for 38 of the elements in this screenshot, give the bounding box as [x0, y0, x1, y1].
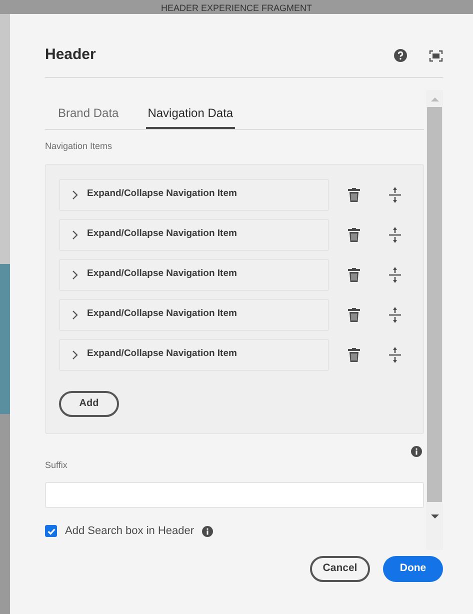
accordion-item[interactable]: Expand/Collapse Navigation Item	[59, 178, 329, 210]
chevron-icon	[72, 350, 78, 360]
scroll-down-icon[interactable]	[430, 514, 438, 520]
done-button[interactable]: Done	[383, 556, 443, 582]
accordion-item[interactable]: Expand/Collapse Navigation Item	[59, 258, 329, 290]
cancel-button[interactable]: Cancel	[310, 556, 370, 582]
drag-handle-icon[interactable]	[389, 266, 401, 282]
drag-handle-icon[interactable]	[389, 186, 401, 202]
drag-handle-icon[interactable]	[389, 346, 401, 362]
trash-icon[interactable]	[348, 268, 360, 282]
field-label: Suffix	[45, 458, 68, 472]
scrollbar[interactable]	[426, 90, 443, 550]
info-icon[interactable]	[411, 446, 422, 456]
drag-handle-icon[interactable]	[389, 226, 401, 242]
checkbox-label: Add Search box in Header	[65, 524, 194, 539]
tab[interactable]: Navigation Data	[146, 90, 236, 129]
drag-handle-icon[interactable]	[389, 306, 401, 322]
accordion-item[interactable]: Expand/Collapse Navigation Item	[59, 218, 329, 250]
help-icon[interactable]	[394, 49, 407, 62]
chevron-icon	[72, 230, 78, 240]
dialog-title: Header	[45, 45, 97, 66]
add-button[interactable]: Add	[59, 390, 119, 416]
chevron-icon	[72, 310, 78, 320]
trash-icon[interactable]	[348, 348, 360, 362]
accordion-item[interactable]: Expand/Collapse Navigation Item	[59, 298, 329, 330]
trash-icon[interactable]	[348, 228, 360, 242]
suffix-input-field[interactable]	[45, 482, 424, 508]
fullscreen-icon[interactable]	[429, 50, 443, 62]
trash-icon[interactable]	[348, 188, 360, 202]
accordion-item[interactable]: Expand/Collapse Navigation Item	[59, 338, 329, 370]
chevron-icon	[72, 270, 78, 280]
info-icon[interactable]	[202, 526, 214, 537]
tab[interactable]: Brand Data	[56, 90, 121, 129]
chevron-icon	[72, 190, 78, 200]
section-label: Navigation Items	[45, 140, 114, 153]
trash-icon[interactable]	[348, 308, 360, 322]
background-title: HEADER EXPERIENCE FRAGMENT	[160, 3, 312, 14]
checkbox[interactable]	[45, 525, 57, 538]
